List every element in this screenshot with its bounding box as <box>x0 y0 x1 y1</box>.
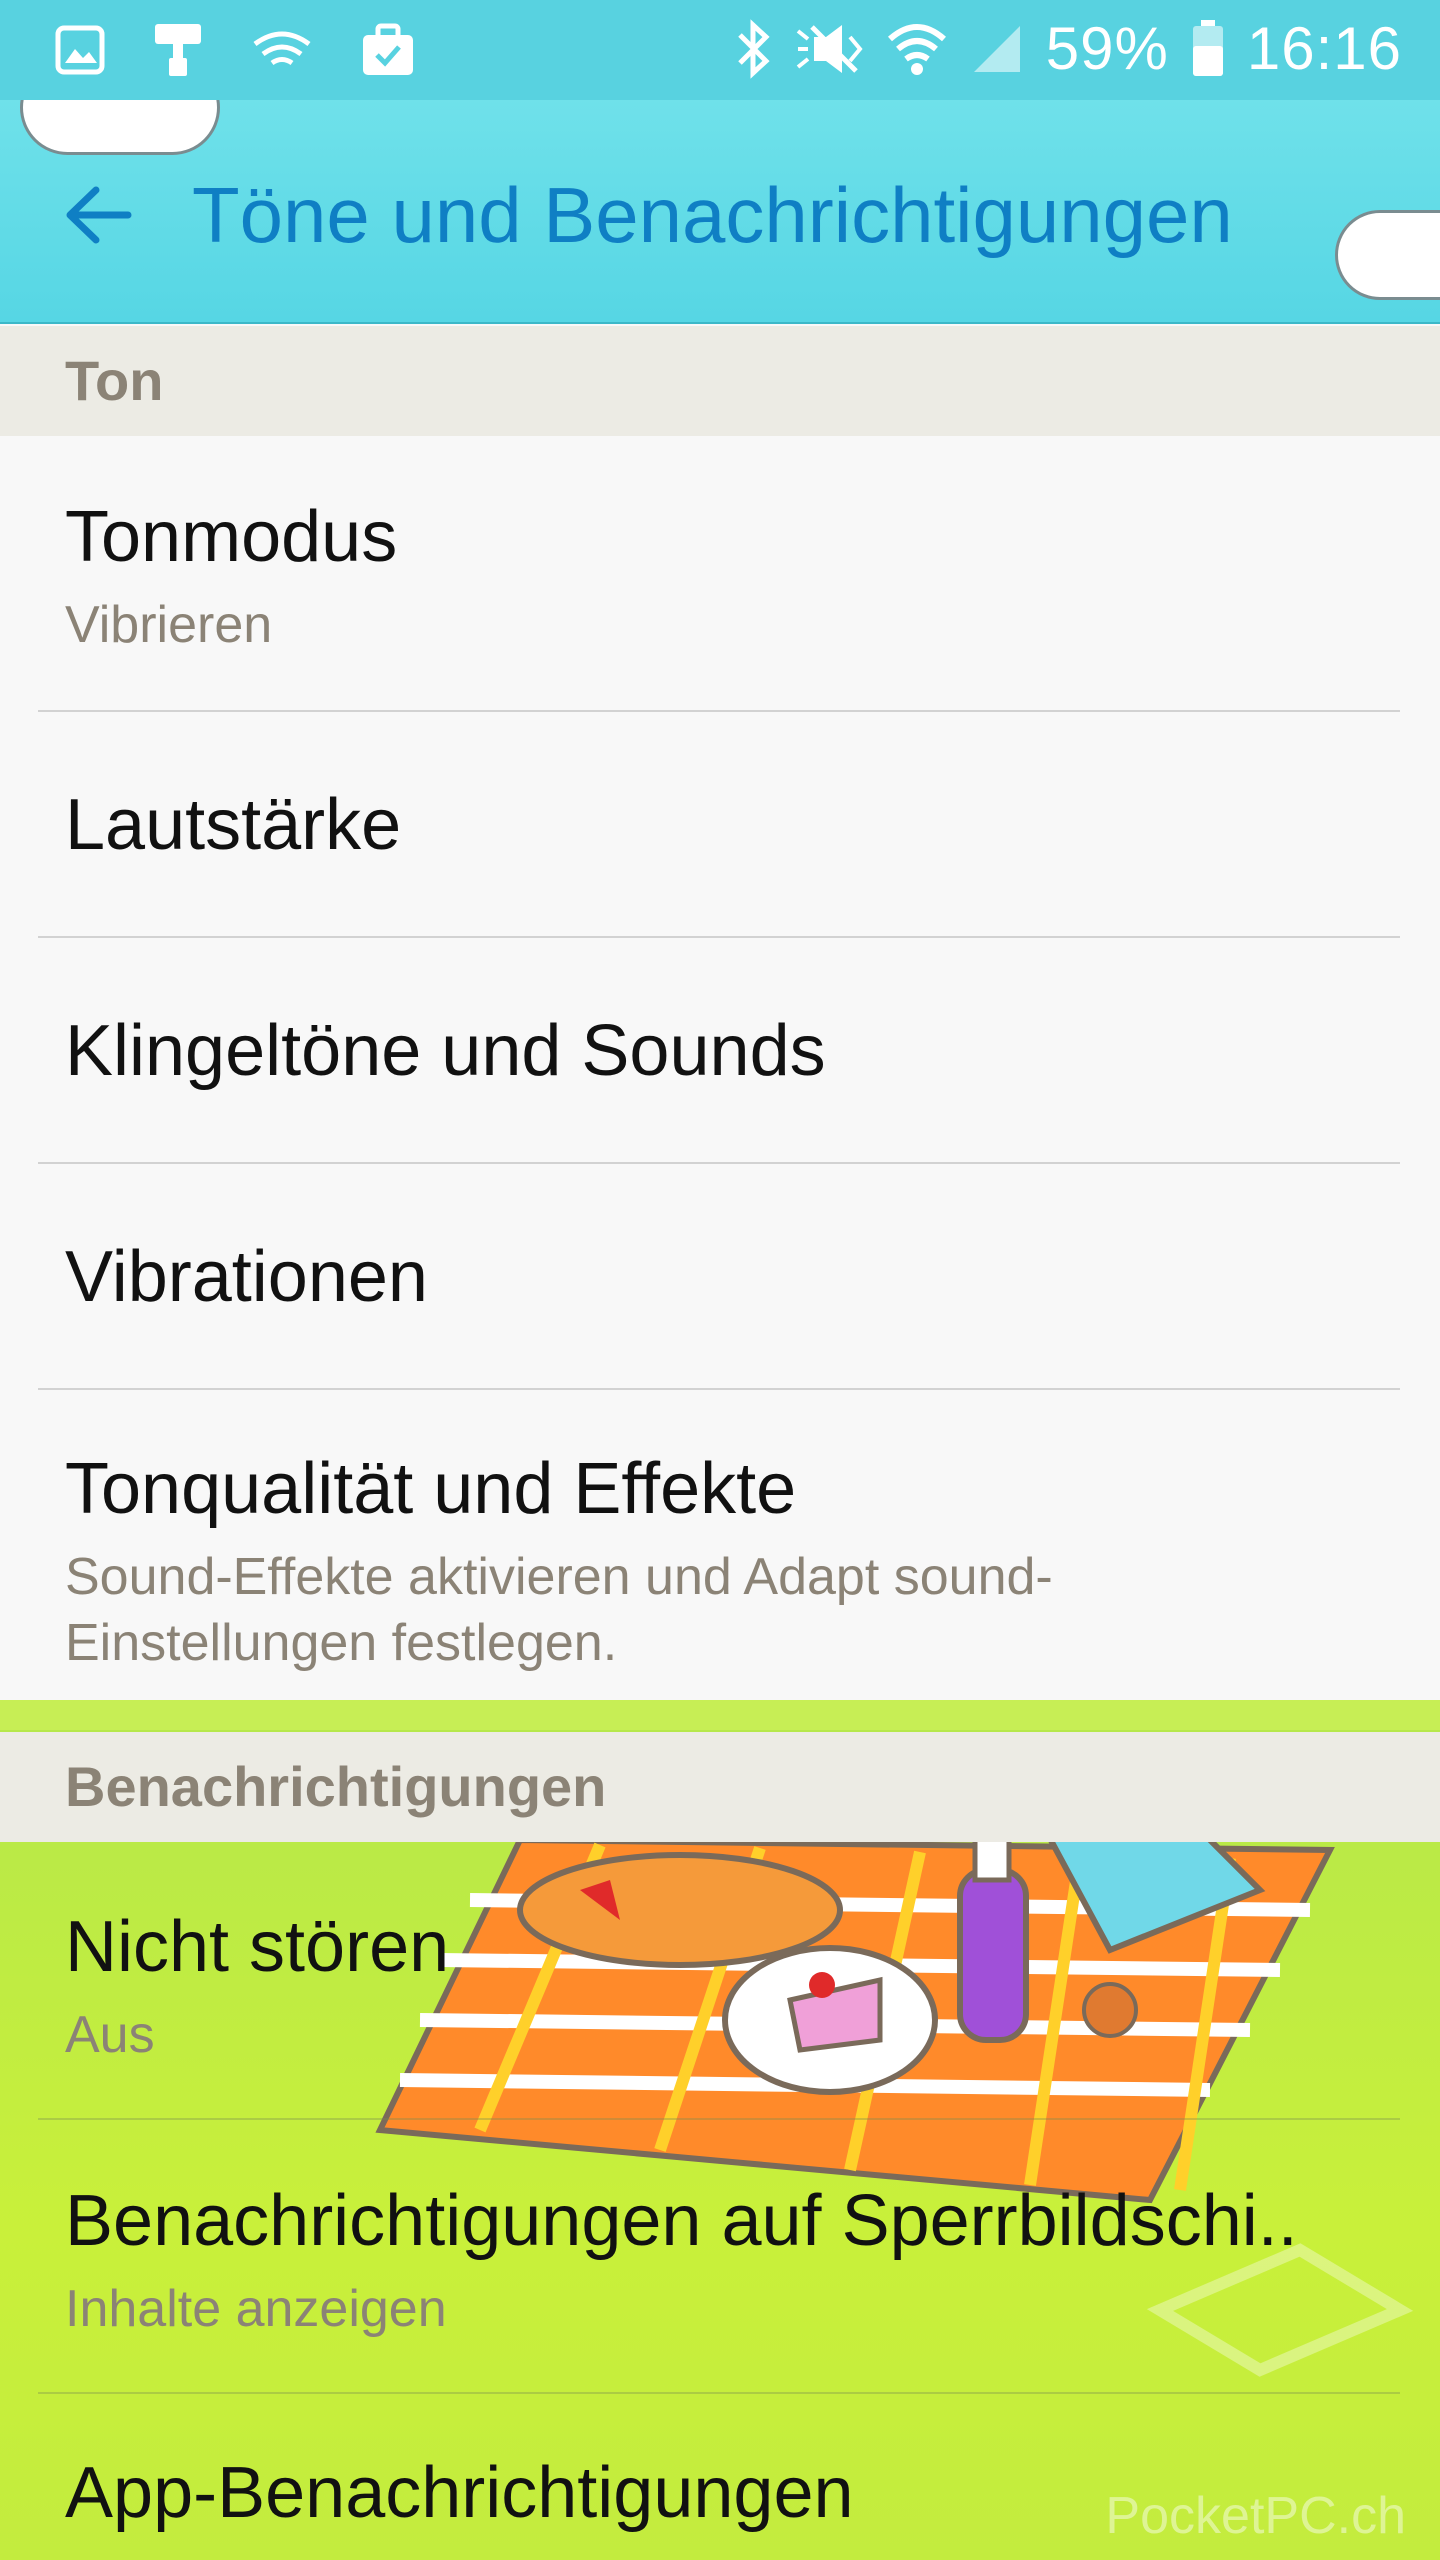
item-title: Tonqualität und Effekte <box>65 1449 797 1529</box>
item-title: Lautstärke <box>65 785 402 865</box>
item-subtitle-line2: Einstellungen festlegen. <box>65 1614 618 1672</box>
status-bar: 59% 16:16 <box>0 0 1440 100</box>
list-item-tonmodus[interactable]: Tonmodus Vibrieren <box>65 496 1405 658</box>
item-title: Klingeltöne und Sounds <box>65 1011 826 1091</box>
section-header-ton: Ton <box>0 326 1440 436</box>
divider <box>38 2118 1400 2120</box>
system-status: 59% 16:16 <box>736 14 1402 83</box>
app-bar: Töne und Benachrichtigungen <box>0 100 1440 324</box>
battery-icon <box>1191 19 1225 78</box>
grass-decoration <box>0 1700 1440 1734</box>
divider <box>38 2392 1400 2394</box>
item-subtitle: Vibrieren <box>65 596 273 654</box>
cloud-decoration <box>20 100 220 155</box>
wifi-calling-icon <box>251 30 313 70</box>
section-header-benachrichtigungen: Benachrichtigungen <box>0 1732 1440 1842</box>
notification-icons <box>55 22 415 78</box>
divider <box>38 1162 1400 1164</box>
item-title: Tonmodus <box>65 497 398 577</box>
page-title: Töne und Benachrichtigungen <box>192 171 1233 259</box>
mute-icon <box>794 21 864 77</box>
list-item-tonqualitaet[interactable]: Tonqualität und Effekte Sound-Effekte ak… <box>65 1448 1405 1676</box>
list-item-klingeltoene[interactable]: Klingeltöne und Sounds <box>65 1010 1405 1092</box>
list-item-nicht-stoeren[interactable]: Nicht stören Aus <box>65 1906 1405 2068</box>
battery-percent: 59% <box>1045 15 1169 82</box>
clock: 16:16 <box>1246 15 1402 82</box>
paint-roller-icon <box>153 22 203 78</box>
briefcase-icon <box>361 23 415 77</box>
signal-icon <box>970 22 1024 76</box>
wifi-icon <box>886 19 948 79</box>
divider <box>38 1388 1400 1390</box>
list-item-app-benachrichtigungen[interactable]: App-Benachrichtigungen <box>65 2452 1405 2534</box>
section-label: Ton <box>65 349 164 412</box>
arrow-left-icon <box>66 186 132 244</box>
item-title: Benachrichtigungen auf Sperrbildschi.. <box>65 2181 1298 2261</box>
list-item-lautstaerke[interactable]: Lautstärke <box>65 784 1405 866</box>
item-title: Nicht stören <box>65 1907 450 1987</box>
item-subtitle: Inhalte anzeigen <box>65 2280 447 2338</box>
list-item-vibrationen[interactable]: Vibrationen <box>65 1236 1405 1318</box>
item-title: Vibrationen <box>65 1237 428 1317</box>
item-subtitle-line1: Sound-Effekte aktivieren und Adapt sound… <box>65 1548 1053 1606</box>
picnic-scene <box>375 1817 1414 2377</box>
section-label: Benachrichtigungen <box>65 1755 607 1818</box>
list-item-sperrbildschirm[interactable]: Benachrichtigungen auf Sperrbildschi.. I… <box>65 2180 1405 2342</box>
cloud-decoration <box>1335 210 1440 300</box>
divider <box>38 936 1400 938</box>
back-button[interactable] <box>58 175 138 255</box>
item-title: App-Benachrichtigungen <box>65 2453 854 2533</box>
bluetooth-icon <box>736 18 772 79</box>
gallery-icon <box>55 25 105 75</box>
divider <box>38 710 1400 712</box>
item-subtitle: Aus <box>65 2006 155 2064</box>
picnic-illustration: PocketPC.ch <box>0 1730 1440 2560</box>
